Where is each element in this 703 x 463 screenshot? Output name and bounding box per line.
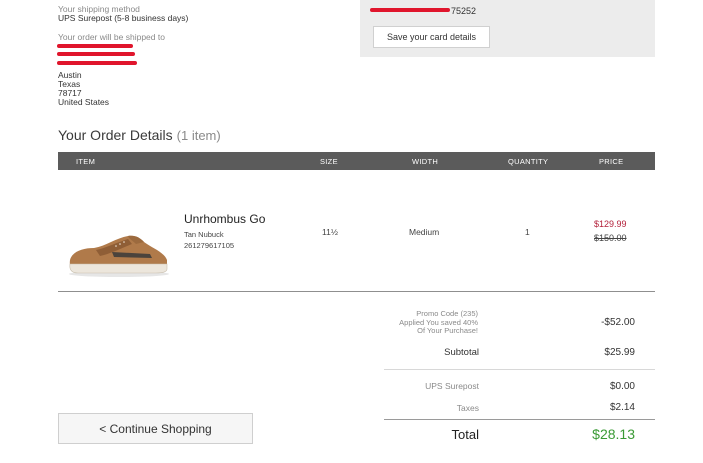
taxes-label: Taxes	[456, 403, 479, 413]
subtotal-label: Subtotal	[444, 347, 479, 358]
summary-divider	[384, 369, 655, 370]
promo-code-label: Promo Code (235) Applied You saved 40% O…	[340, 309, 478, 336]
redaction-mark	[57, 61, 137, 65]
total-amount: $28.13	[592, 426, 635, 442]
column-header-width: WIDTH	[412, 157, 439, 166]
shipping-cost-amount: $0.00	[609, 381, 635, 392]
row-divider	[58, 291, 655, 292]
redaction-mark	[370, 8, 450, 12]
column-header-quantity: QUANTITY	[508, 157, 549, 166]
redaction-mark	[57, 52, 135, 56]
shipping-cost-label: UPS Surepost	[425, 381, 479, 391]
promo-amount: -$52.00	[601, 317, 635, 328]
shipping-method-value: UPS Surepost (5-8 business days)	[58, 13, 189, 23]
promo-line: Of Your Purchase!	[417, 326, 478, 335]
save-card-button[interactable]: Save your card details	[373, 26, 490, 48]
order-table-header: ITEM SIZE WIDTH QUANTITY PRICE	[58, 152, 655, 170]
total-divider	[384, 419, 655, 420]
address-country: United States	[58, 97, 110, 107]
product-size: 11½	[322, 227, 338, 237]
item-count: (1 item)	[176, 128, 221, 143]
product-sku: 261279617105	[184, 241, 235, 250]
card-number: 75252	[451, 6, 477, 16]
column-header-price: PRICE	[599, 157, 624, 166]
sale-price: $129.99	[594, 219, 627, 229]
total-label: Total	[451, 427, 479, 442]
continue-shopping-button[interactable]: < Continue Shopping	[58, 413, 253, 444]
redaction-mark	[57, 44, 133, 48]
ship-to-label: Your order will be shipped to	[58, 32, 165, 42]
product-color: Tan Nubuck	[184, 230, 224, 239]
shoe-image[interactable]	[66, 230, 172, 278]
product-quantity: 1	[525, 227, 530, 237]
order-details-title: Your Order Details (1 item)	[58, 127, 221, 143]
original-price: $150.00	[594, 233, 627, 243]
order-title-text: Your Order Details	[58, 127, 173, 143]
column-header-size: SIZE	[320, 157, 338, 166]
taxes-amount: $2.14	[609, 402, 635, 413]
column-header-item: ITEM	[76, 157, 96, 166]
product-name[interactable]: Unrhombus Go	[184, 212, 265, 226]
subtotal-amount: $25.99	[604, 347, 635, 358]
product-width: Medium	[409, 227, 440, 237]
